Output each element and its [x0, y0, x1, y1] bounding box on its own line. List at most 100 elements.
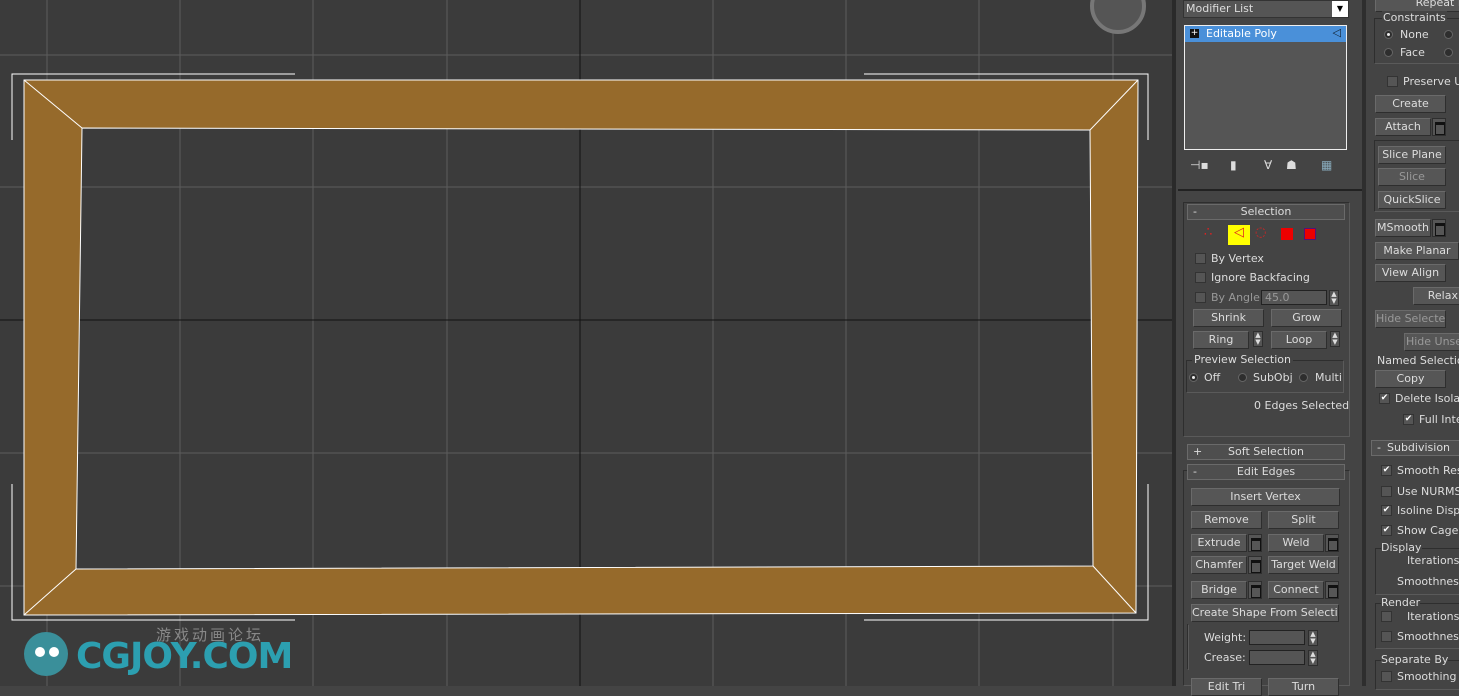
selection-rollout-header[interactable]: - Selection	[1187, 204, 1345, 220]
edit-edges-rollout-header[interactable]: - Edit Edges	[1187, 464, 1345, 480]
crease-input[interactable]	[1249, 650, 1305, 665]
chamfer-button[interactable]: Chamfer	[1191, 556, 1247, 574]
angle-input[interactable]: 45.0	[1261, 290, 1327, 305]
grow-button[interactable]: Grow	[1271, 309, 1342, 327]
separate-by-label: Separate By	[1381, 653, 1449, 666]
expand-icon[interactable]: +	[1190, 29, 1199, 38]
create-shape-button[interactable]: Create Shape From Selection	[1191, 604, 1339, 622]
turn-button[interactable]: Turn	[1268, 678, 1339, 696]
relax-button[interactable]: Relax	[1413, 287, 1459, 305]
chevron-down-icon[interactable]: ▼	[1332, 1, 1348, 17]
extrude-button[interactable]: Extrude	[1191, 534, 1247, 552]
quickslice-button[interactable]: QuickSlice	[1378, 191, 1446, 209]
view-align-button[interactable]: View Align	[1375, 264, 1446, 282]
chamfer-settings-icon[interactable]	[1248, 556, 1262, 574]
render-smoothness-label: Smoothness:	[1397, 630, 1459, 643]
configure-modifier-sets-icon[interactable]: ▦	[1321, 158, 1332, 172]
remove-modifier-icon[interactable]: ☗	[1286, 158, 1297, 172]
connect-button[interactable]: Connect	[1268, 581, 1324, 599]
weld-settings-icon[interactable]	[1325, 534, 1339, 552]
preview-off-radio[interactable]	[1189, 373, 1198, 382]
element-level-icon[interactable]	[1304, 228, 1316, 240]
render-iterations-checkbox[interactable]	[1381, 611, 1392, 622]
show-cage-checkbox[interactable]: ✔	[1381, 525, 1392, 536]
slice-plane-button[interactable]: Slice Plane	[1378, 146, 1446, 164]
edit-tri-button[interactable]: Edit Tri	[1191, 678, 1262, 696]
full-interactivity-checkbox[interactable]: ✔	[1403, 414, 1414, 425]
ring-button[interactable]: Ring	[1193, 331, 1249, 349]
polygon-level-icon[interactable]	[1281, 228, 1293, 240]
loop-button[interactable]: Loop	[1271, 331, 1327, 349]
viewcube-icon[interactable]	[1090, 0, 1146, 34]
smooth-result-checkbox[interactable]: ✔	[1381, 465, 1392, 476]
msmooth-settings-icon[interactable]	[1432, 219, 1446, 237]
stack-item-label: Editable Poly	[1206, 27, 1277, 40]
stack-item-editable-poly[interactable]: + Editable Poly ◁	[1185, 26, 1346, 42]
crease-label: Crease:	[1204, 651, 1246, 664]
watermark: CGJOY.COM 游戏动画论坛	[10, 612, 310, 682]
preserve-uvs-checkbox[interactable]	[1387, 76, 1398, 87]
by-vertex-label: By Vertex	[1211, 252, 1264, 265]
weight-input[interactable]	[1249, 630, 1305, 645]
render-smoothness-checkbox[interactable]	[1381, 631, 1392, 642]
weight-spinner[interactable]: ▲ ▼	[1308, 630, 1318, 646]
modifier-list-dropdown[interactable]: Modifier List ▼	[1183, 0, 1349, 18]
preview-subobj-radio[interactable]	[1238, 373, 1247, 382]
edge-level-icon[interactable]: ◁	[1228, 225, 1250, 245]
constraint-none-radio[interactable]	[1384, 30, 1393, 39]
preview-multi-radio[interactable]	[1299, 373, 1308, 382]
extrude-settings-icon[interactable]	[1248, 534, 1262, 552]
delete-isolated-checkbox[interactable]: ✔	[1379, 393, 1390, 404]
attach-list-icon[interactable]	[1432, 118, 1446, 136]
make-planar-button[interactable]: Make Planar	[1375, 242, 1459, 260]
pin-stack-icon[interactable]: ⊣▪	[1190, 158, 1209, 172]
by-vertex-checkbox[interactable]	[1195, 253, 1206, 264]
ring-spinner[interactable]: ▲ ▼	[1253, 331, 1263, 347]
loop-spinner[interactable]: ▲ ▼	[1330, 331, 1340, 347]
constraint-edge-radio[interactable]	[1444, 30, 1453, 39]
attach-button[interactable]: Attach	[1375, 118, 1431, 136]
angle-spinner[interactable]: ▲ ▼	[1329, 290, 1339, 306]
shrink-button[interactable]: Shrink	[1193, 309, 1264, 327]
constraint-face-radio[interactable]	[1384, 48, 1393, 57]
preview-selection-label: Preview Selection	[1192, 353, 1294, 366]
show-end-result-icon[interactable]: ▮	[1230, 158, 1237, 172]
weight-crease-group	[1187, 624, 1189, 670]
soft-selection-rollout-header[interactable]: + Soft Selection	[1187, 444, 1345, 460]
msmooth-button[interactable]: MSmooth	[1375, 219, 1431, 237]
viewport[interactable]: CGJOY.COM 游戏动画论坛	[0, 0, 1172, 686]
picture-frame-mesh[interactable]	[23, 79, 1139, 616]
modifier-stack[interactable]: + Editable Poly ◁	[1184, 25, 1347, 150]
slice-button[interactable]: Slice	[1378, 168, 1446, 186]
use-nurms-checkbox[interactable]	[1381, 486, 1392, 497]
connect-settings-icon[interactable]	[1325, 581, 1339, 599]
hide-unselected-button[interactable]: Hide Unse	[1404, 333, 1459, 351]
remove-button[interactable]: Remove	[1191, 511, 1262, 529]
preserve-uvs-label: Preserve UV	[1403, 75, 1459, 88]
weld-button[interactable]: Weld	[1268, 534, 1324, 552]
smoothing-groups-label: Smoothing G	[1397, 670, 1459, 683]
constraint-normal-radio[interactable]	[1444, 48, 1453, 57]
viewport-canvas[interactable]	[0, 0, 1172, 686]
copy-button[interactable]: Copy	[1375, 370, 1446, 388]
bridge-button[interactable]: Bridge	[1191, 581, 1247, 599]
delete-isolated-label: Delete Isolate	[1395, 392, 1459, 405]
insert-vertex-button[interactable]: Insert Vertex	[1191, 488, 1340, 506]
vertex-level-icon[interactable]: ∴	[1204, 225, 1212, 240]
crease-spinner[interactable]: ▲ ▼	[1308, 650, 1318, 666]
full-interactivity-label: Full Inte	[1419, 413, 1459, 426]
split-button[interactable]: Split	[1268, 511, 1339, 529]
bridge-settings-icon[interactable]	[1248, 581, 1262, 599]
make-unique-icon[interactable]: ∀	[1264, 158, 1272, 172]
panel-divider	[1362, 0, 1366, 686]
rollout-title: Subdivision	[1386, 441, 1451, 454]
target-weld-button[interactable]: Target Weld	[1268, 556, 1339, 574]
ignore-backfacing-checkbox[interactable]	[1195, 272, 1206, 283]
by-angle-checkbox[interactable]	[1195, 292, 1206, 303]
smoothing-groups-checkbox[interactable]	[1381, 671, 1392, 682]
create-button[interactable]: Create	[1375, 95, 1446, 113]
border-level-icon[interactable]: ◌	[1255, 225, 1266, 240]
isoline-display-checkbox[interactable]: ✔	[1381, 505, 1392, 516]
hide-selected-button[interactable]: Hide Selected	[1375, 310, 1446, 328]
subdivision-rollout-header[interactable]: - Subdivision	[1371, 440, 1459, 456]
